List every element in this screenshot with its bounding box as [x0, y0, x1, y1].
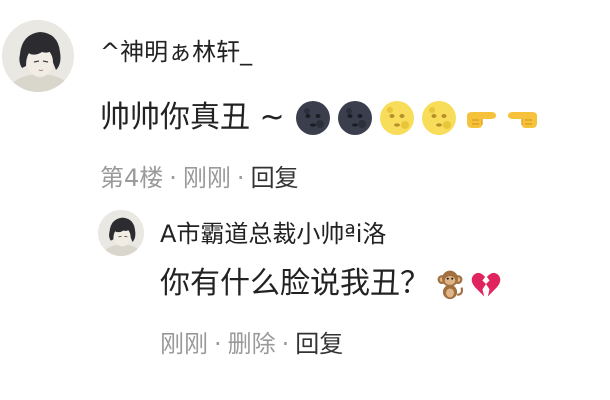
comment-thread: ^神明ぁ林轩_ 帅帅你真丑 ~ 第4楼 · 刚刚 · 回复 A市霸道总裁小帅ªi…: [0, 0, 610, 400]
avatar[interactable]: [98, 210, 144, 256]
separator: ·: [214, 330, 222, 358]
new-moon-face-icon: [295, 100, 331, 136]
timestamp: 刚刚: [182, 164, 231, 192]
comment-body: 帅帅你真丑 ~: [100, 100, 541, 136]
comment-text: 帅帅你真丑 ~: [100, 100, 285, 135]
broken-heart-icon: [470, 268, 502, 300]
emoji-row: [434, 268, 502, 300]
reply-button[interactable]: 回复: [295, 332, 343, 356]
separator: ·: [281, 330, 290, 358]
comment-meta: 第4楼 · 刚刚 · 回复: [100, 166, 299, 190]
avatar[interactable]: [2, 20, 74, 92]
reply-body: 你有什么脸说我丑？: [160, 268, 502, 300]
pointing-right-icon: [463, 100, 499, 136]
reply-button[interactable]: 回复: [251, 166, 299, 190]
full-moon-face-icon: [421, 100, 457, 136]
delete-button[interactable]: 删除: [228, 332, 276, 356]
emoji-row: [295, 100, 541, 136]
timestamp: 刚刚: [160, 330, 208, 358]
reply-text: 你有什么脸说我丑？: [160, 266, 430, 301]
full-moon-face-icon: [379, 100, 415, 136]
reply-meta: 刚刚 · 删除 · 回复: [160, 332, 343, 356]
monkey-icon: [434, 268, 466, 300]
separator: ·: [169, 164, 177, 192]
pointing-left-icon: [505, 100, 541, 136]
new-moon-face-icon: [337, 100, 373, 136]
separator: ·: [236, 164, 245, 192]
username[interactable]: A市霸道总裁小帅ªi洛: [160, 222, 386, 246]
floor-number: 第4楼: [100, 164, 164, 192]
username[interactable]: ^神明ぁ林轩_: [100, 40, 252, 64]
